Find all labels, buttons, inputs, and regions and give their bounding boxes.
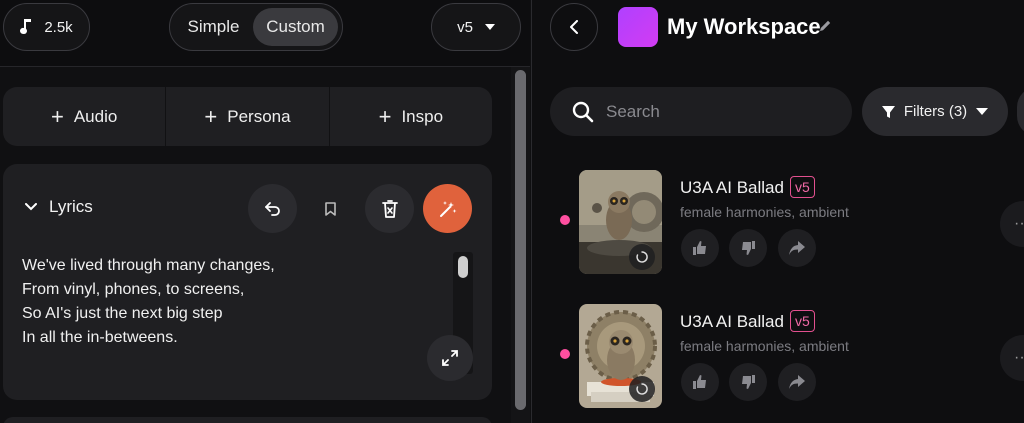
clear-lyrics-button[interactable] bbox=[365, 184, 414, 233]
loading-spinner-icon bbox=[629, 376, 655, 402]
lyrics-scroll-thumb[interactable] bbox=[458, 256, 468, 278]
add-persona-label: Persona bbox=[227, 106, 291, 126]
thumbs-down-icon bbox=[742, 241, 755, 255]
caret-down-icon bbox=[484, 24, 495, 30]
thumbs-down-icon bbox=[742, 375, 755, 389]
workspace-panel: My Workspace Filters (3) bbox=[531, 0, 1024, 423]
play-count-button[interactable]: 2.5k bbox=[3, 3, 90, 51]
workspace-avatar bbox=[618, 7, 658, 47]
more-options-button[interactable] bbox=[1017, 87, 1024, 136]
new-indicator bbox=[560, 349, 570, 359]
add-audio-label: Audio bbox=[73, 106, 118, 126]
like-button[interactable] bbox=[681, 229, 719, 267]
new-indicator bbox=[560, 215, 570, 225]
back-button[interactable] bbox=[550, 3, 598, 51]
song-row[interactable]: U3A AI Ballad v5 female harmonies, ambie… bbox=[532, 300, 1024, 408]
song-title[interactable]: U3A AI Ballad bbox=[680, 312, 784, 332]
magic-wand-button[interactable] bbox=[423, 184, 472, 233]
plus-icon: + bbox=[50, 103, 64, 129]
song-row[interactable]: U3A AI Ballad v5 female harmonies, ambie… bbox=[532, 166, 1024, 274]
plus-icon: + bbox=[204, 103, 218, 129]
thumbs-up-icon bbox=[693, 375, 706, 389]
ellipsis-icon: ··· bbox=[1014, 349, 1024, 366]
magic-wand-icon bbox=[439, 200, 456, 217]
share-icon bbox=[789, 375, 805, 389]
bookmark-icon bbox=[325, 201, 336, 216]
search-icon bbox=[572, 101, 594, 122]
version-badge: v5 bbox=[790, 310, 815, 332]
create-panel-scrollbar[interactable] bbox=[511, 67, 530, 423]
song-more-button[interactable]: ··· bbox=[1000, 335, 1024, 381]
music-note-icon bbox=[20, 19, 32, 34]
mode-custom-tab[interactable]: Custom bbox=[253, 8, 338, 46]
share-icon bbox=[789, 241, 805, 255]
search-input[interactable] bbox=[606, 101, 826, 122]
filters-label: Filters (3) bbox=[903, 103, 968, 120]
create-panel-scroll-thumb[interactable] bbox=[515, 70, 526, 410]
chevron-down-icon bbox=[25, 203, 37, 211]
dislike-button[interactable] bbox=[729, 229, 767, 267]
song-more-button[interactable]: ··· bbox=[1000, 201, 1024, 247]
thumbs-up-icon bbox=[693, 241, 706, 255]
version-select[interactable]: v5 bbox=[431, 3, 521, 51]
loading-spinner-icon bbox=[629, 244, 655, 270]
lyrics-line: We've lived through many changes, bbox=[22, 257, 275, 274]
caret-down-icon bbox=[976, 108, 989, 115]
filters-button[interactable]: Filters (3) bbox=[862, 87, 1008, 136]
add-inspo-label: Inspo bbox=[401, 106, 444, 126]
undo-icon bbox=[264, 201, 280, 216]
lyrics-card: Lyrics We've lived through many changes,… bbox=[3, 164, 492, 400]
undo-button[interactable] bbox=[248, 184, 297, 233]
lyrics-textarea[interactable]: We've lived through many changes, From v… bbox=[22, 254, 275, 350]
add-inspo-button[interactable]: + Inspo bbox=[330, 87, 492, 146]
song-tags: female harmonies, ambient bbox=[680, 204, 849, 220]
bookmark-button[interactable] bbox=[306, 184, 355, 233]
ellipsis-icon: ··· bbox=[1014, 215, 1024, 232]
create-panel: 2.5k Simple Custom v5 + Audio + Persona … bbox=[0, 0, 530, 423]
expand-icon bbox=[442, 350, 458, 366]
version-badge: v5 bbox=[790, 176, 815, 198]
lyrics-line: So AI's just the next big step bbox=[22, 305, 223, 322]
version-label: v5 bbox=[457, 18, 473, 36]
mode-toggle: Simple Custom bbox=[169, 3, 343, 51]
add-persona-button[interactable]: + Persona bbox=[166, 87, 330, 146]
mode-simple-tab[interactable]: Simple bbox=[174, 8, 253, 46]
next-section-card bbox=[3, 417, 492, 423]
share-button[interactable] bbox=[778, 363, 816, 401]
create-topbar: 2.5k Simple Custom v5 bbox=[0, 0, 530, 67]
expand-button[interactable] bbox=[427, 335, 473, 381]
lyrics-line: In all the in-betweens. bbox=[22, 329, 178, 346]
dislike-button[interactable] bbox=[729, 363, 767, 401]
lyrics-collapse-toggle[interactable]: Lyrics bbox=[25, 197, 93, 217]
workspace-title: My Workspace bbox=[667, 14, 821, 39]
lyrics-label: Lyrics bbox=[49, 197, 93, 216]
like-button[interactable] bbox=[681, 363, 719, 401]
pencil-icon[interactable] bbox=[818, 19, 832, 33]
song-title[interactable]: U3A AI Ballad bbox=[680, 178, 784, 198]
song-tags: female harmonies, ambient bbox=[680, 338, 849, 354]
chevron-left-icon bbox=[569, 20, 578, 34]
search-bar[interactable] bbox=[550, 87, 852, 136]
share-button[interactable] bbox=[778, 229, 816, 267]
play-count: 2.5k bbox=[44, 18, 73, 36]
plus-icon: + bbox=[378, 103, 392, 129]
filter-icon bbox=[881, 105, 895, 118]
lyrics-line: From vinyl, phones, to screens, bbox=[22, 281, 245, 298]
add-audio-button[interactable]: + Audio bbox=[3, 87, 167, 146]
trash-icon bbox=[381, 199, 398, 218]
attach-bar: + Audio + Persona + Inspo bbox=[3, 87, 492, 146]
